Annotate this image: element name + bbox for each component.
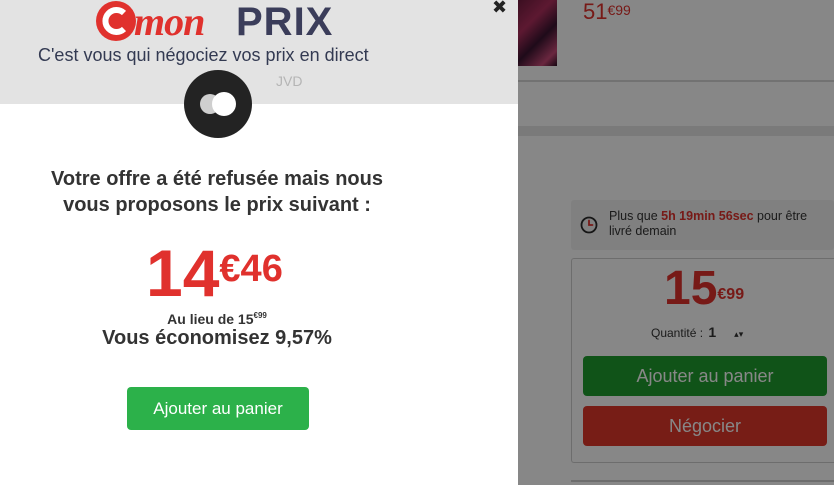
logo-mon: mon xyxy=(134,0,205,44)
brand-circle-icon xyxy=(184,70,252,138)
brand-dot-white xyxy=(212,92,236,116)
c-logo-icon xyxy=(96,1,136,41)
savings-text: Vous économisez 9,57% xyxy=(102,327,332,349)
cmonprix-logo: mon PRIX xyxy=(95,0,345,44)
close-icon[interactable]: ✖ xyxy=(492,0,507,16)
refusal-message: Votre offre a été refusée mais nous vous… xyxy=(51,168,383,216)
add-to-cart-button[interactable]: Ajouter au panier xyxy=(127,387,309,430)
original-price: Au lieu de 15€99 xyxy=(167,311,267,327)
counter-offer-price: 14€46 xyxy=(146,236,283,310)
tagline: C'est vous qui négociez vos prix en dire… xyxy=(38,45,369,65)
modal-header: mon PRIX C'est vous qui négociez vos pri… xyxy=(0,0,518,104)
merchant-name: JVD xyxy=(276,73,303,89)
logo-prix: PRIX xyxy=(236,0,334,44)
offer-modal: mon PRIX C'est vous qui négociez vos pri… xyxy=(0,0,518,485)
